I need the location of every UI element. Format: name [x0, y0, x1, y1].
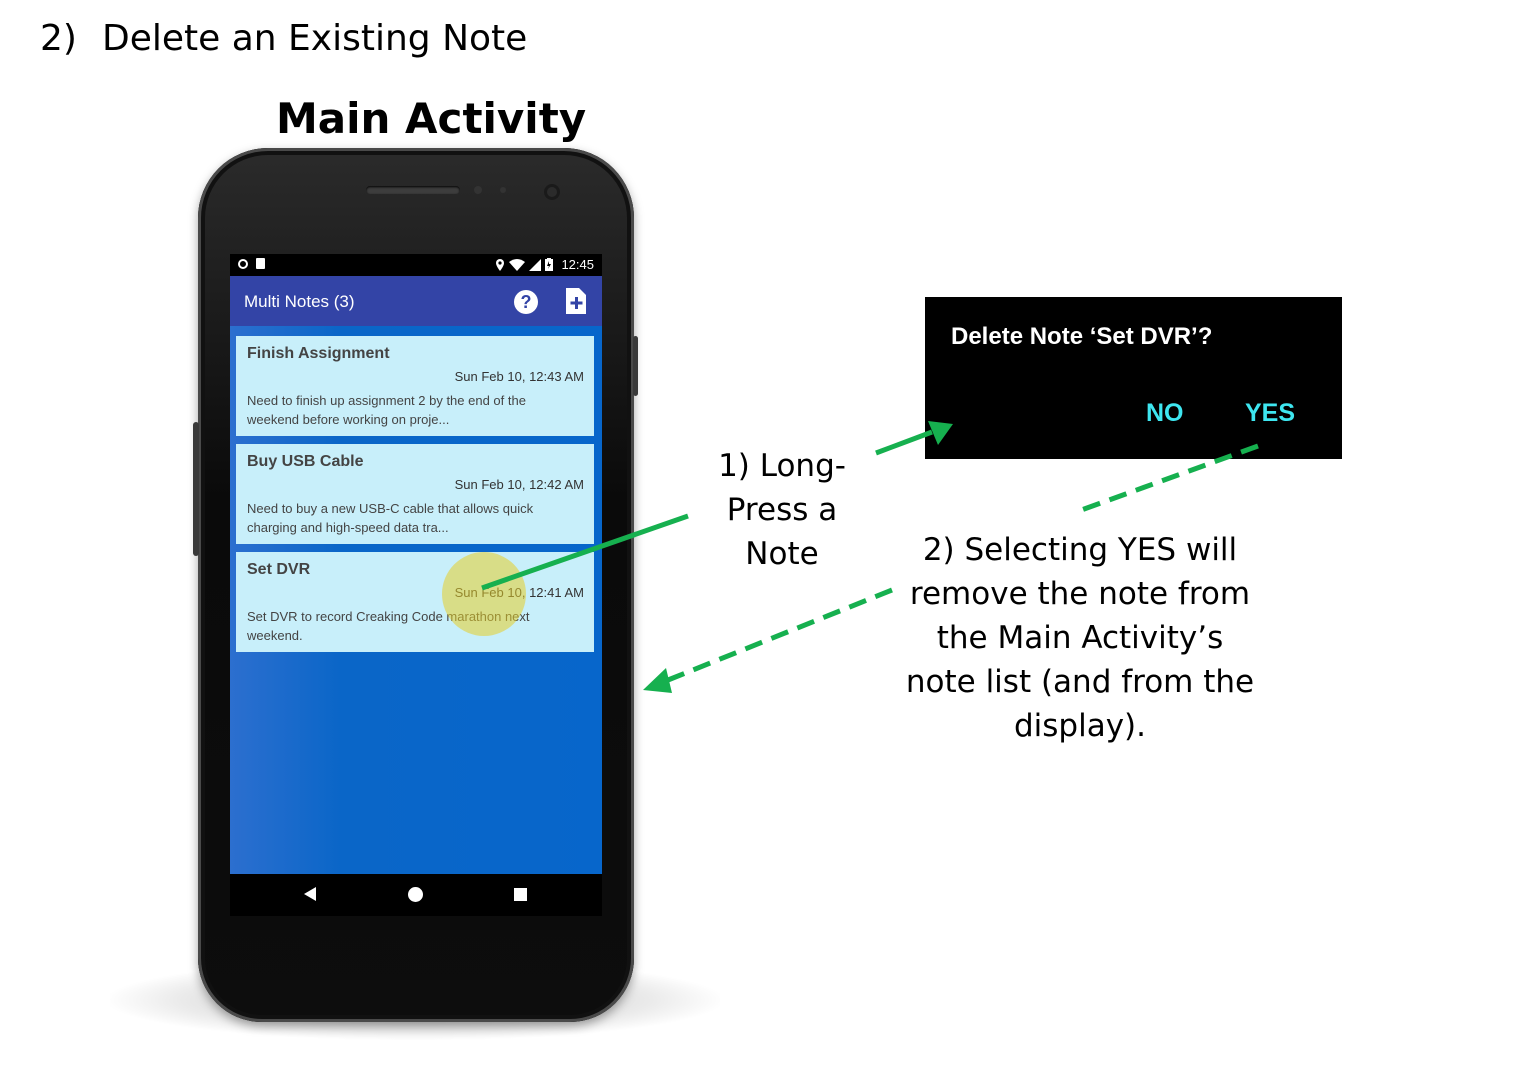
annotation-arrows — [481, 421, 1259, 693]
long-press-arrow — [875, 429, 933, 456]
yes-dashed-arrow — [1075, 443, 1259, 515]
remove-arrowhead — [643, 668, 672, 693]
remove-dashed-arrow — [667, 587, 893, 683]
touch-pointer-line — [481, 513, 689, 591]
